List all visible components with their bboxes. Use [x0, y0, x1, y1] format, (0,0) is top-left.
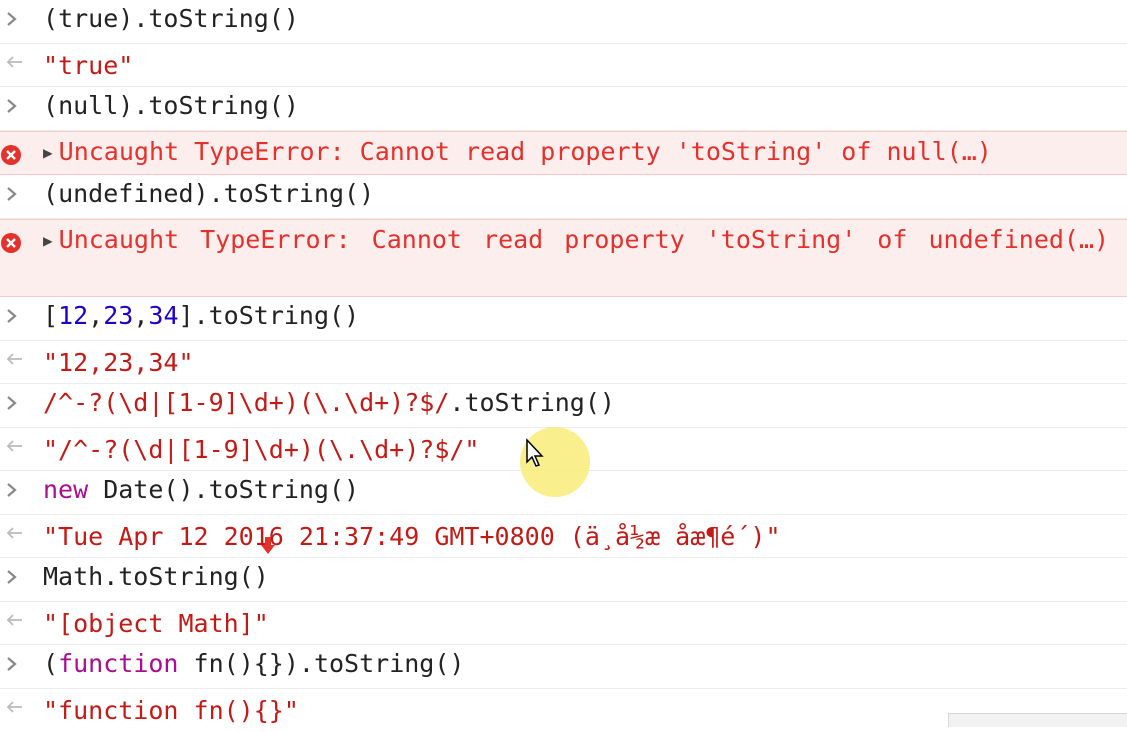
output-string: "[object Math]"	[43, 609, 269, 638]
console-input-line[interactable]: (null).toString()	[0, 87, 1127, 131]
code-text: Math.toString()	[43, 562, 269, 591]
output-string: "Tue Apr 12 2016 21:37:49 GMT+0800 (ä¸å½…	[43, 522, 781, 551]
error-circle-icon	[0, 232, 22, 254]
output-string: "/^-?(\d|[1-9]\d+)(\.\d+)?$/"	[43, 435, 480, 464]
code-text: ,	[88, 301, 104, 330]
output-string: "function fn(){}"	[43, 696, 299, 725]
expand-triangle-icon[interactable]: ▶	[43, 231, 53, 250]
console-input-line[interactable]: /^-?(\d|[1-9]\d+)(\.\d+)?$/.toString()	[0, 384, 1127, 428]
return-arrow-icon	[5, 610, 25, 634]
code-number: 34	[148, 301, 179, 330]
code-keyword: function	[58, 649, 179, 678]
code-text: ).toString()	[193, 179, 375, 208]
mouse-pointer-icon	[526, 438, 544, 467]
code-text: (	[43, 4, 59, 33]
code-number: 12	[58, 301, 89, 330]
code-regex: /^-?(\d|[1-9]\d+)(\.\d+)?$/	[43, 388, 450, 417]
code-text: .toString()	[449, 388, 615, 417]
code-keyword: undefined	[58, 179, 194, 208]
code-text: (	[43, 649, 59, 678]
code-text: ).toString()	[118, 91, 299, 120]
console-input-line[interactable]: (undefined).toString()	[0, 175, 1127, 219]
console-output-line: "12,23,34"	[0, 341, 1127, 384]
code-text: [	[43, 301, 59, 330]
return-arrow-icon	[5, 523, 25, 547]
annotation-arrow-icon	[261, 537, 275, 554]
expand-triangle-icon[interactable]: ▶	[43, 143, 53, 162]
output-string: "true"	[43, 51, 134, 80]
console-error-line[interactable]: ▶ Uncaught TypeError: Cannot read propert…	[0, 219, 1127, 297]
code-text: Date().toString()	[88, 475, 360, 504]
chevron-right-icon	[5, 8, 25, 32]
code-keyword: null	[58, 91, 119, 120]
code-text: (	[43, 179, 59, 208]
return-arrow-icon	[5, 349, 25, 373]
code-keyword: new	[43, 475, 89, 504]
console-input-line[interactable]: Math.toString()	[0, 558, 1127, 602]
console-input-line[interactable]: (function fn(){}).toString()	[0, 645, 1127, 689]
return-arrow-icon	[5, 52, 25, 76]
console-output-line: "true"	[0, 44, 1127, 87]
code-number: 23	[103, 301, 134, 330]
cursor-highlight	[520, 427, 590, 497]
devtools-console: (true).toString() "true" (null).toString…	[0, 0, 1127, 732]
chevron-right-icon	[5, 653, 25, 677]
chevron-right-icon	[5, 566, 25, 590]
chevron-right-icon	[5, 392, 25, 416]
code-text: ].toString()	[178, 301, 360, 330]
chevron-right-icon	[5, 95, 25, 119]
code-text: ,	[133, 301, 149, 330]
return-arrow-icon	[5, 436, 25, 460]
console-error-line[interactable]: ▶ Uncaught TypeError: Cannot read propert…	[0, 131, 1127, 175]
console-input-line[interactable]: (true).toString()	[0, 0, 1127, 44]
output-string: "12,23,34"	[43, 348, 194, 377]
code-keyword: true	[58, 4, 119, 33]
error-message: Uncaught TypeError: Cannot read property…	[58, 225, 1110, 254]
error-message: Uncaught TypeError: Cannot read property…	[58, 137, 992, 166]
chevron-right-icon	[5, 305, 25, 329]
chevron-right-icon	[5, 183, 25, 207]
code-text: (	[43, 91, 59, 120]
return-arrow-icon	[5, 697, 25, 721]
horizontal-scrollbar[interactable]	[948, 713, 1127, 727]
code-text: fn(){}).toString()	[178, 649, 465, 678]
chevron-right-icon	[5, 479, 25, 503]
console-output-line: "[object Math]"	[0, 602, 1127, 645]
console-output-line: "Tue Apr 12 2016 21:37:49 GMT+0800 (ä¸å½…	[0, 515, 1127, 558]
code-text: ).toString()	[118, 4, 299, 33]
console-input-line[interactable]: [12,23,34].toString()	[0, 297, 1127, 341]
error-circle-icon	[0, 144, 22, 166]
